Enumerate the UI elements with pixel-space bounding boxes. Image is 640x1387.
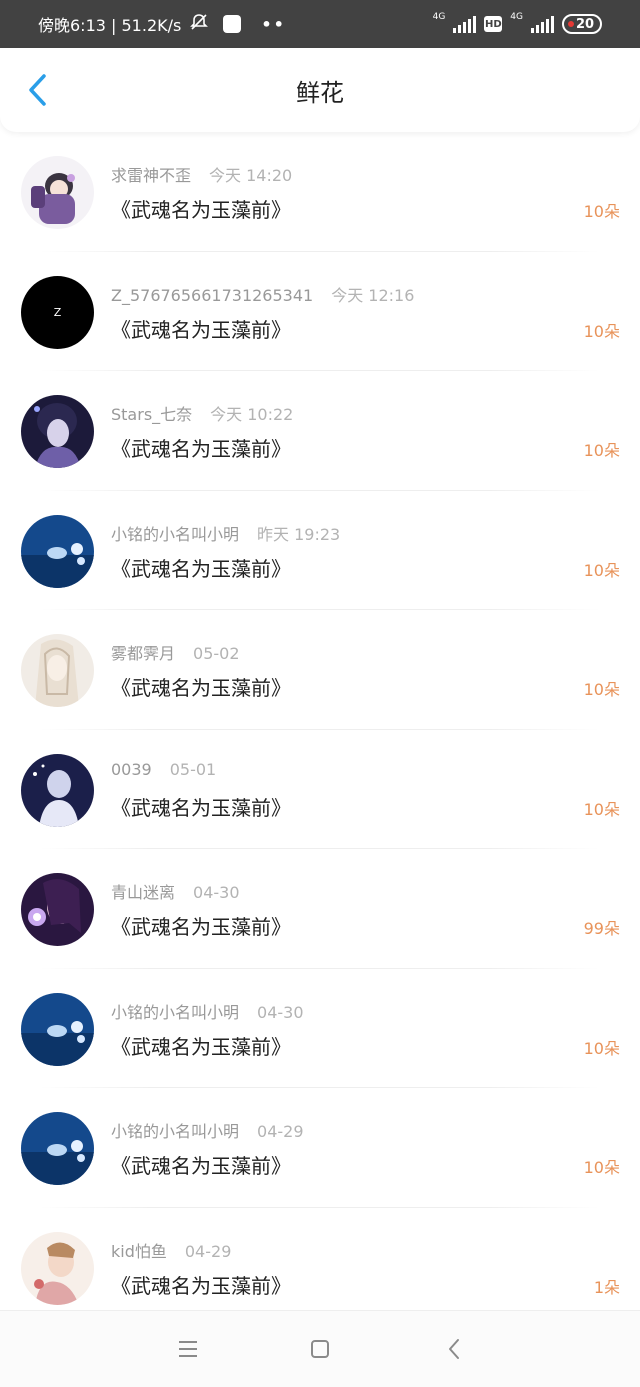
sender-meta: 小铭的小名叫小明 04-29: [111, 1118, 304, 1142]
back-button[interactable]: [18, 70, 58, 110]
book-title: 《武魂名为玉藻前》: [111, 556, 291, 581]
sent-time: 04-29: [184, 1241, 232, 1261]
sent-time: 今天 12:16: [331, 285, 415, 305]
sender-name[interactable]: 小铭的小名叫小明: [111, 525, 239, 544]
sender-meta: 小铭的小名叫小明 04-30: [111, 999, 304, 1023]
sent-time: 04-30: [257, 1002, 304, 1022]
hd-icon: HD: [484, 16, 503, 32]
sender-name[interactable]: kid怕鱼: [111, 1242, 167, 1261]
page-title: 鲜花: [296, 78, 344, 107]
avatar[interactable]: [21, 1112, 94, 1185]
list-item[interactable]: 青山迷离 04-30 《武魂名为玉藻前》 99朵: [0, 849, 640, 969]
flower-count: 10朵: [583, 202, 620, 221]
list-item[interactable]: 小铭的小名叫小明 04-30 《武魂名为玉藻前》 10朵: [0, 969, 640, 1088]
sent-time: 昨天 19:23: [257, 524, 341, 544]
flower-count: 10朵: [583, 1038, 620, 1058]
battery-icon: 20: [562, 14, 602, 34]
chevron-left-icon: [29, 74, 46, 106]
sender-meta: Z_576765661731265341 今天 12:16: [111, 282, 414, 306]
list-item[interactable]: 小铭的小名叫小明 昨天 19:23 《武魂名为玉藻前》 10朵: [0, 491, 640, 610]
flower-count: 10朵: [583, 321, 620, 341]
avatar[interactable]: [21, 156, 94, 229]
book-title: 《武魂名为玉藻前》: [111, 317, 291, 342]
sender-name[interactable]: 求雷神不歪: [111, 166, 191, 185]
status-time: 傍晚6:13 | 51.2K/s: [38, 16, 182, 35]
header: 鲜花: [0, 48, 640, 132]
sender-meta: 0039 05-01: [111, 760, 216, 779]
network-label-2: 4G: [510, 12, 523, 22]
sender-name[interactable]: 小铭的小名叫小明: [111, 1003, 239, 1022]
network-label-1: 4G: [432, 12, 446, 22]
list-item[interactable]: Z Z_576765661731265341 今天 12:16 《武魂名为玉藻前》…: [0, 252, 640, 371]
avatar[interactable]: [21, 634, 94, 707]
avatar[interactable]: Z: [21, 275, 94, 349]
avatar[interactable]: [21, 992, 94, 1066]
avatar[interactable]: [21, 514, 94, 588]
sent-time: 04-30: [193, 883, 240, 902]
flower-list: 求雷神不歪 今天 14:20 《武魂名为玉藻前》 10朵 Z Z_57676566…: [0, 132, 640, 1327]
sender-meta: Stars_七奈 今天 10:22: [111, 401, 293, 425]
sender-name[interactable]: 0039: [111, 760, 152, 779]
system-nav-bar: [0, 1310, 640, 1387]
avatar[interactable]: [21, 395, 94, 468]
sender-name[interactable]: Z_576765661731265341: [111, 286, 313, 305]
avatar[interactable]: [21, 1231, 94, 1305]
book-title: 《武魂名为玉藻前》: [111, 198, 291, 222]
flower-count: 99朵: [583, 919, 620, 938]
book-title: 《武魂名为玉藻前》: [111, 1154, 291, 1178]
book-title: 《武魂名为玉藻前》: [111, 676, 291, 700]
list-item[interactable]: 小铭的小名叫小明 04-29 《武魂名为玉藻前》 10朵: [0, 1088, 640, 1208]
more-notifications-icon: ••: [261, 14, 286, 34]
flower-count: 1朵: [593, 1277, 620, 1297]
book-title: 《武魂名为玉藻前》: [111, 915, 291, 939]
avatar[interactable]: [21, 873, 94, 946]
book-title: 《武魂名为玉藻前》: [111, 1273, 291, 1298]
status-bar: 傍晚6:13 | 51.2K/s •• 4G HD 4G 20: [0, 0, 640, 48]
menu-icon: [179, 1341, 197, 1357]
flower-count: 10朵: [583, 1158, 620, 1177]
book-title: 《武魂名为玉藻前》: [111, 437, 291, 461]
list-item[interactable]: 0039 05-01 《武魂名为玉藻前》 10朵: [0, 730, 640, 849]
sent-time: 今天 10:22: [210, 405, 294, 424]
book-title: 《武魂名为玉藻前》: [111, 795, 291, 820]
list-item[interactable]: 求雷神不歪 今天 14:20 《武魂名为玉藻前》 10朵: [0, 132, 640, 252]
flower-count: 10朵: [583, 680, 620, 699]
flower-count: 10朵: [583, 560, 620, 580]
sender-meta: 雾都霁月 05-02: [111, 640, 240, 664]
flower-count: 10朵: [583, 441, 620, 460]
sent-time: 今天 14:20: [209, 166, 293, 185]
avatar-letter: Z: [53, 305, 62, 319]
nav-back-button[interactable]: [442, 1337, 466, 1361]
triangle-back-icon: [449, 1339, 459, 1359]
sender-meta: 求雷神不歪 今天 14:20: [111, 162, 292, 186]
list-item[interactable]: Stars_七奈 今天 10:22 《武魂名为玉藻前》 10朵: [0, 371, 640, 491]
menu-button[interactable]: [176, 1337, 200, 1361]
mute-icon: [189, 12, 209, 36]
battery-level: 20: [575, 16, 595, 32]
sender-name[interactable]: Stars_七奈: [111, 405, 192, 424]
sender-name[interactable]: 青山迷离: [111, 883, 175, 902]
sender-name[interactable]: 小铭的小名叫小明: [111, 1122, 239, 1141]
book-title: 《武魂名为玉藻前》: [111, 1034, 291, 1059]
sender-meta: kid怕鱼 04-29: [111, 1238, 231, 1262]
avatar[interactable]: [21, 753, 94, 827]
sent-time: 05-01: [169, 759, 217, 779]
sender-meta: 青山迷离 04-30: [111, 879, 240, 903]
signal-icon-2: [531, 15, 554, 33]
app-notification-icon: [223, 15, 242, 33]
sender-name[interactable]: 雾都霁月: [111, 644, 175, 663]
sent-time: 05-02: [193, 644, 240, 663]
sender-meta: 小铭的小名叫小明 昨天 19:23: [111, 521, 340, 545]
signal-icon: [453, 15, 477, 33]
home-button[interactable]: [308, 1337, 332, 1361]
flower-count: 10朵: [583, 799, 620, 819]
square-home-icon: [311, 1340, 329, 1358]
list-item[interactable]: 雾都霁月 05-02 《武魂名为玉藻前》 10朵: [0, 610, 640, 730]
sent-time: 04-29: [257, 1122, 304, 1141]
